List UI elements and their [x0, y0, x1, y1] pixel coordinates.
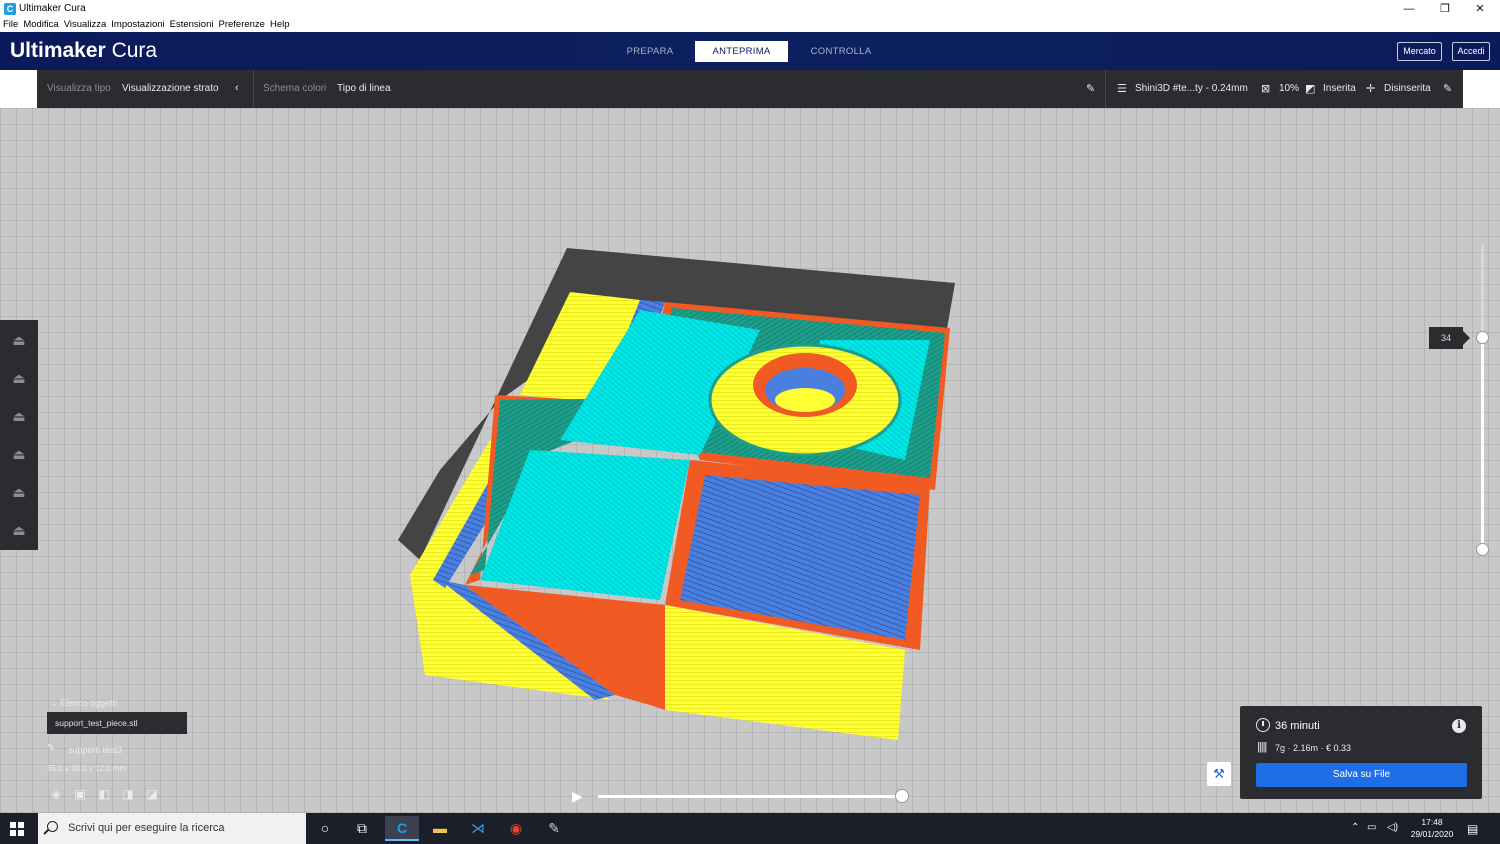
window-title: Ultimaker Cura [19, 3, 86, 14]
current-layer-input[interactable]: 34 [1429, 327, 1470, 349]
right-view-icon[interactable]: ◪ [145, 787, 159, 801]
support-blocker-icon[interactable]: ⏏ [9, 520, 29, 540]
tab-monitor[interactable]: CONTROLLA [800, 41, 882, 62]
3d-view-icon[interactable]: ◈ [49, 787, 63, 801]
layer-slider-top-handle[interactable] [1476, 331, 1489, 344]
save-to-file-button[interactable]: Salva su File [1256, 763, 1467, 787]
top-view-icon[interactable]: ⏏ [9, 368, 29, 388]
front-view-icon[interactable]: ⏏ [9, 330, 29, 350]
top-view-icon[interactable]: ◧ [97, 787, 111, 801]
maximize-button[interactable]: ❐ [1428, 0, 1462, 18]
brand-bold: Ultimaker [10, 39, 106, 62]
print-info-panel: 36 minuti i ||||| 7g · 2.16m · € 0.33 Sa… [1240, 706, 1482, 799]
object-list-toggle[interactable]: ⌄ Elenco oggetti [50, 698, 117, 709]
color-scheme-dropdown[interactable]: Tipo di linea [337, 83, 391, 94]
chevron-down-icon: ⌄ [50, 698, 61, 708]
ring-bottom [775, 388, 835, 412]
task-view-icon[interactable]: ⧉ [345, 816, 379, 841]
per-model-settings-icon[interactable]: ⏏ [9, 482, 29, 502]
path-slider-handle[interactable] [895, 789, 909, 803]
clock-date: 29/01/2020 [1410, 829, 1454, 839]
color-scheme-label: Schema colori [263, 83, 327, 94]
view-type-dropdown[interactable]: Visualizzazione strato [122, 83, 219, 94]
taskbar-clock[interactable]: 17:48 29/01/2020 [1404, 816, 1460, 840]
notifications-icon[interactable]: ▤ [1467, 822, 1478, 836]
menu-file[interactable]: File [3, 18, 18, 32]
path-slider-track[interactable] [598, 795, 903, 798]
chrome-icon[interactable]: ◉ [499, 816, 533, 841]
tab-prepare[interactable]: PREPARA [612, 41, 688, 62]
toolbar-divider [253, 70, 254, 108]
brand-logo: Ultimaker Cura [10, 39, 157, 63]
pencil-icon[interactable]: ✎ [47, 743, 55, 754]
menu-help[interactable]: Help [270, 18, 290, 32]
menu-preferences[interactable]: Preferenze [218, 18, 264, 32]
clock-time: 17:48 [1421, 817, 1443, 827]
vscode-icon[interactable]: ⋊ [461, 816, 495, 841]
infill-value[interactable]: 10% [1279, 83, 1299, 94]
clock-icon [1256, 718, 1270, 732]
spool-icon: ||||| [1257, 741, 1267, 753]
profile-icon: ☰ [1117, 83, 1127, 95]
front-view-icon[interactable]: ▣ [73, 787, 87, 801]
object-list-item[interactable]: support_test_piece.stl [47, 712, 187, 734]
pencil-icon[interactable]: ✎ [1086, 82, 1095, 95]
signin-button[interactable]: Accedi [1452, 42, 1490, 61]
support-icon: ◩ [1305, 83, 1316, 95]
network-icon[interactable]: ▭ [1367, 822, 1376, 833]
search-placeholder: Scrivi qui per eseguire la ricerca [68, 822, 225, 834]
pencil-icon[interactable]: ✎ [1443, 82, 1452, 95]
windows-start-icon[interactable] [10, 822, 24, 836]
chevron-left-icon[interactable]: ‹ [235, 82, 239, 94]
title-bar: C Ultimaker Cura — ❐ ✕ [0, 0, 1500, 18]
taskbar-search[interactable]: Scrivi qui per eseguire la ricerca [38, 813, 306, 844]
app-header: Ultimaker Cura PREPARA ANTEPRIMA CONTROL… [0, 32, 1500, 70]
menu-extensions[interactable]: Estensioni [170, 18, 214, 32]
play-icon[interactable]: ▶ [572, 788, 588, 804]
brand-light: Cura [111, 39, 158, 62]
cura-taskbar-icon[interactable]: C [385, 816, 419, 841]
menu-bar: File Modifica Visualizza Impostazioni Es… [0, 18, 1500, 32]
left-toolbar: ⏏ ⏏ ⏏ ⏏ ⏏ ⏏ [0, 320, 38, 550]
layer-slider-range [1481, 338, 1484, 550]
minimize-button[interactable]: — [1392, 0, 1426, 18]
infill-icon: ⊠ [1261, 83, 1271, 95]
tools-icon[interactable]: ⚒ [1207, 762, 1231, 786]
right-view-icon[interactable]: ⏏ [9, 444, 29, 464]
paint-icon[interactable]: ✎ [537, 816, 571, 841]
tab-preview[interactable]: ANTEPRIMA [695, 41, 788, 62]
object-list-title: Elenco oggetti [60, 698, 118, 708]
material-estimate: 7g · 2.16m · € 0.33 [1275, 743, 1352, 753]
menu-settings[interactable]: Impostazioni [111, 18, 164, 32]
left-view-icon[interactable]: ◨ [121, 787, 135, 801]
close-button[interactable]: ✕ [1463, 0, 1497, 18]
left-view-icon[interactable]: ⏏ [9, 406, 29, 426]
toolbar-divider [1105, 70, 1106, 108]
windows-taskbar: Scrivi qui per eseguire la ricerca ○ ⧉ C… [0, 813, 1500, 844]
menu-edit[interactable]: Modifica [23, 18, 58, 32]
support-value[interactable]: Inserita [1323, 83, 1356, 94]
adhesion-value[interactable]: Disinserita [1384, 83, 1431, 94]
cura-app-icon: C [4, 3, 16, 15]
print-time: 36 minuti [1275, 720, 1320, 732]
search-icon [47, 821, 58, 832]
job-name[interactable]: supporti test3 [68, 745, 122, 755]
view-type-label: Visualizza tipo [47, 83, 111, 94]
print-profile[interactable]: Shini3D #te...ty - 0.24mm [1135, 83, 1248, 94]
file-explorer-icon[interactable]: ▬ [423, 816, 457, 841]
marketplace-button[interactable]: Mercato [1397, 42, 1442, 61]
menu-view[interactable]: Visualizza [64, 18, 107, 32]
info-icon[interactable]: i [1452, 719, 1466, 733]
volume-icon[interactable]: ◁) [1387, 822, 1398, 833]
object-dimensions: 35.0 x 30.0 x 12.0 mm [47, 764, 127, 773]
chevron-up-icon[interactable]: ⌃ [1351, 822, 1359, 833]
layer-slider-bottom-handle[interactable] [1476, 543, 1489, 556]
cortana-icon[interactable]: ○ [308, 816, 342, 841]
adhesion-icon: ✛ [1366, 83, 1376, 95]
view-toolbar: Visualizza tipo Visualizzazione strato ‹… [37, 70, 1463, 108]
